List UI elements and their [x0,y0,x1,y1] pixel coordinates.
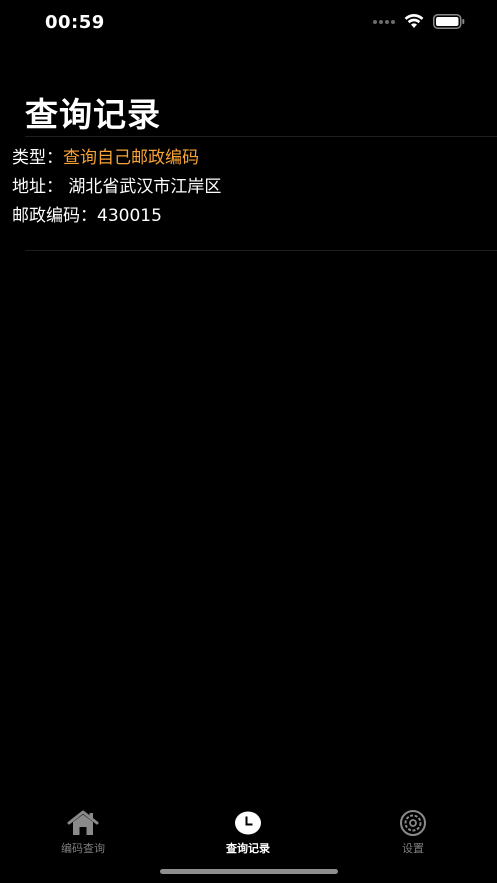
wifi-icon [404,14,424,28]
tab-bar: 编码查询 查询记录 设置 [0,800,497,860]
tab-label: 查询记录 [226,842,270,855]
tab-settings[interactable]: 设置 [353,808,473,856]
status-time: 00:59 [45,12,105,33]
tab-code-query[interactable]: 编码查询 [23,808,143,856]
record-address-row: 地址： 湖北省武汉市江岸区 [12,173,482,202]
bottom-divider [25,250,497,251]
record-postcode-label: 邮政编码： [12,206,97,226]
status-icons [373,14,465,29]
tab-query-history[interactable]: 查询记录 [188,808,308,856]
record-address-value: 湖北省武汉市江岸区 [68,177,222,197]
record-type-value: 查询自己邮政编码 [63,148,199,168]
battery-icon [433,14,465,29]
top-divider [25,136,497,137]
record-postcode-row: 邮政编码：430015 [12,202,482,231]
tab-label: 编码查询 [61,842,105,855]
status-bar: 00:59 [0,0,497,46]
gear-icon [399,808,427,836]
record-address-label: 地址： [12,177,63,197]
cellular-signal-icon [373,19,395,24]
clock-icon [234,808,262,836]
page-title: 查询记录 [25,95,161,134]
house-icon [67,808,99,836]
record-item[interactable]: 类型：查询自己邮政编码 地址： 湖北省武汉市江岸区 邮政编码：430015 [12,144,482,231]
home-indicator [160,869,338,874]
record-type-row: 类型：查询自己邮政编码 [12,144,482,173]
tab-label: 设置 [402,842,424,855]
record-type-label: 类型： [12,148,63,168]
record-postcode-value: 430015 [97,206,162,226]
